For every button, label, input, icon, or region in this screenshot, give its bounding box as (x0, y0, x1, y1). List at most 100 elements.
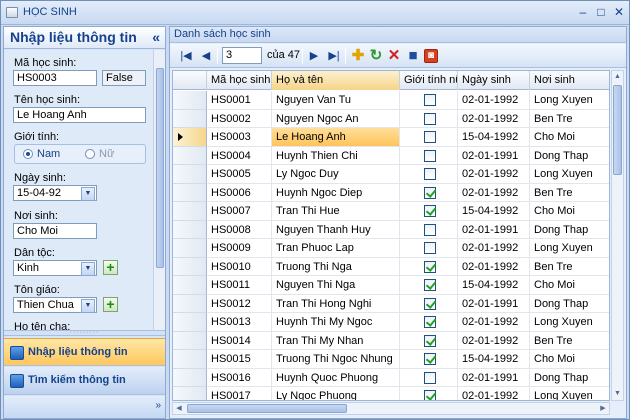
table-row[interactable]: HS0015 Truong Thi Ngoc Nhung 15-04-1992 Cho… (173, 350, 609, 369)
table-cell[interactable]: Huynh Ngoc Diep (272, 183, 400, 202)
add-ethnicity-button[interactable]: + (103, 260, 118, 275)
table-cell[interactable]: Long Xuyen (530, 239, 609, 258)
table-cell[interactable]: HS0012 (207, 294, 272, 313)
grid-vertical-scrollbar[interactable]: ▲ ▼ (611, 70, 624, 401)
nav-search-button[interactable]: Tìm kiếm thông tin (4, 367, 165, 395)
checkbox[interactable] (424, 371, 436, 384)
minimize-icon[interactable]: – (575, 5, 591, 19)
more-options-icon[interactable]: » (155, 400, 161, 411)
female-cell[interactable] (400, 239, 458, 258)
birthdate-picker[interactable]: 15-04-92 ▼ (13, 185, 97, 201)
table-row[interactable]: HS0017 Ly Ngoc Phuong 02-01-1992 Long Xuyen (173, 387, 609, 400)
female-cell[interactable] (400, 109, 458, 128)
table-cell[interactable]: HS0010 (207, 257, 272, 276)
student-id-field[interactable]: HS0003 (13, 70, 97, 86)
table-cell[interactable]: Huynh Thi My Ngoc (272, 313, 400, 332)
table-row[interactable]: HS0007 Tran Thi Hue 15-04-1992 Cho Moi (173, 202, 609, 221)
table-cell[interactable]: HS0011 (207, 276, 272, 295)
table-cell[interactable]: 02-01-1992 (458, 91, 530, 110)
table-row[interactable]: HS0008 Nguyen Thanh Huy 02-01-1991 Dong Tha… (173, 220, 609, 239)
table-cell[interactable]: Cho Moi (530, 128, 609, 147)
table-cell[interactable]: Nguyen Thi Nga (272, 276, 400, 295)
row-header[interactable] (173, 183, 207, 202)
checkbox[interactable] (424, 242, 436, 254)
female-cell[interactable] (400, 128, 458, 147)
table-cell[interactable]: Tran Thi Hong Nghi (272, 294, 400, 313)
table-row[interactable]: HS0006 Huynh Ngoc Diep 02-01-1992 Ben Tre (173, 183, 609, 202)
table-row[interactable]: HS0009 Tran Phuoc Lap 02-01-1992 Long Xuyen (173, 239, 609, 258)
table-cell[interactable]: 02-01-1992 (458, 183, 530, 202)
row-header[interactable] (173, 387, 207, 400)
table-cell[interactable]: Nguyen Ngoc An (272, 109, 400, 128)
table-cell[interactable]: 15-04-1992 (458, 276, 530, 295)
student-name-field[interactable]: Le Hoang Anh (13, 107, 146, 123)
female-cell[interactable] (400, 202, 458, 221)
checkbox[interactable] (424, 186, 436, 199)
table-cell[interactable]: 15-04-1992 (458, 350, 530, 369)
panel-splitter[interactable]: ········· (4, 329, 165, 336)
table-cell[interactable]: HS0001 (207, 91, 272, 110)
checkbox[interactable] (424, 205, 436, 217)
female-cell[interactable] (400, 146, 458, 165)
close-icon[interactable]: ✕ (611, 5, 627, 19)
table-cell[interactable]: Long Xuyen (530, 387, 609, 400)
female-cell[interactable] (400, 387, 458, 400)
last-record-icon[interactable]: ▶| (326, 49, 342, 63)
row-header[interactable] (173, 165, 207, 184)
table-cell[interactable]: HS0013 (207, 313, 272, 332)
chevron-down-icon[interactable]: ▼ (81, 187, 95, 201)
table-cell[interactable]: Nguyen Van Tu (272, 91, 400, 110)
collapse-icon[interactable]: « (152, 29, 160, 45)
female-cell[interactable] (400, 294, 458, 313)
table-cell[interactable]: Ben Tre (530, 110, 609, 128)
table-cell[interactable]: Huynh Quoc Phuong (272, 368, 400, 387)
female-cell[interactable] (400, 220, 458, 239)
row-header[interactable] (173, 331, 207, 350)
female-cell[interactable] (400, 183, 458, 202)
refresh-icon[interactable]: ↻ (368, 48, 384, 64)
table-cell[interactable]: Cho Moi (530, 202, 609, 221)
table-cell[interactable]: Long Xuyen (530, 313, 609, 332)
checkbox[interactable] (424, 334, 436, 347)
scroll-left-icon[interactable]: ◀ (174, 403, 184, 414)
table-cell[interactable]: HS0016 (207, 368, 272, 387)
row-header[interactable] (173, 368, 207, 387)
checkbox[interactable] (424, 316, 436, 328)
prev-record-icon[interactable]: ◀ (198, 49, 214, 63)
female-cell[interactable] (400, 350, 458, 369)
checkbox[interactable] (424, 260, 436, 273)
female-cell[interactable] (400, 276, 458, 295)
ethnicity-select[interactable]: Kinh ▼ (13, 260, 97, 276)
exit-icon[interactable]: ◙ (424, 49, 438, 63)
table-cell[interactable]: Dong Thap (530, 369, 609, 387)
row-header[interactable] (173, 109, 207, 128)
table-cell[interactable]: Tran Thi My Nhan (272, 331, 400, 350)
record-position-input[interactable]: 3 (222, 47, 262, 64)
table-cell[interactable]: Le Hoang Anh (272, 128, 400, 147)
form-scroll-thumb[interactable] (156, 68, 164, 268)
table-cell[interactable]: 02-01-1991 (458, 294, 530, 313)
table-cell[interactable]: Truong Thi Ngoc Nhung (272, 350, 400, 369)
radio-female[interactable] (85, 149, 95, 159)
table-cell[interactable]: HS0002 (207, 109, 272, 128)
table-row[interactable]: HS0002 Nguyen Ngoc An 02-01-1992 Ben Tre (173, 109, 609, 128)
female-cell[interactable] (400, 313, 458, 332)
next-record-icon[interactable]: ▶ (306, 49, 322, 63)
table-row[interactable]: HS0016 Huynh Quoc Phuong 02-01-1991 Dong Th… (173, 368, 609, 387)
checkbox[interactable] (424, 353, 436, 365)
radio-male[interactable] (23, 149, 33, 159)
chevron-down-icon[interactable]: ▼ (81, 262, 95, 276)
row-header[interactable] (173, 294, 207, 313)
add-religion-button[interactable]: + (103, 297, 118, 312)
table-cell[interactable]: Tran Thi Hue (272, 202, 400, 221)
birthplace-field[interactable]: Cho Moi (13, 223, 97, 239)
table-row[interactable]: HS0010 Truong Thi Nga 02-01-1992 Ben Tre (173, 257, 609, 276)
table-cell[interactable]: 02-01-1992 (458, 313, 530, 332)
table-row[interactable]: HS0005 Ly Ngoc Duy 02-01-1992 Long Xuyen (173, 165, 609, 184)
maximize-icon[interactable]: □ (593, 5, 609, 19)
checkbox[interactable] (424, 279, 436, 291)
table-cell[interactable]: 02-01-1992 (458, 165, 530, 184)
table-cell[interactable]: HS0004 (207, 146, 272, 165)
female-cell[interactable] (400, 257, 458, 276)
table-cell[interactable]: Ly Ngoc Duy (272, 165, 400, 184)
